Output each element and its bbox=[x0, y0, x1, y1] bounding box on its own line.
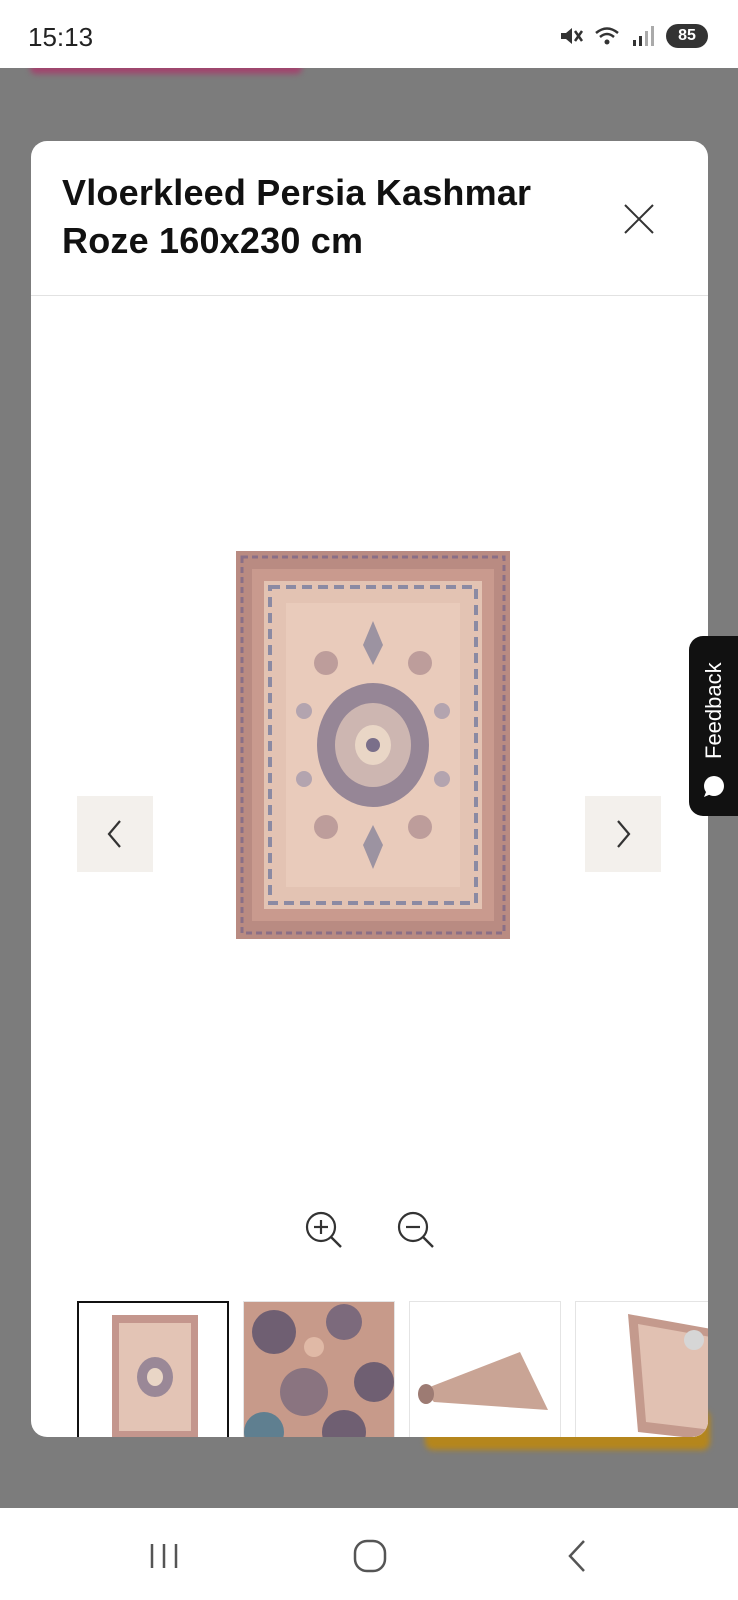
status-bar: 15:13 85 bbox=[0, 0, 738, 68]
zoom-in-icon[interactable] bbox=[303, 1209, 345, 1251]
chevron-left-icon bbox=[107, 820, 121, 848]
system-navigation-bar bbox=[0, 1508, 738, 1600]
thumbnail-rug-closeup[interactable] bbox=[243, 1301, 395, 1437]
thumbnail-rug-full[interactable] bbox=[77, 1301, 229, 1437]
home-icon[interactable] bbox=[350, 1536, 390, 1576]
chat-bubble-icon bbox=[704, 776, 724, 797]
status-time: 15:13 bbox=[28, 22, 94, 52]
feedback-label: Feedback bbox=[701, 662, 726, 760]
thumbnail-strip bbox=[77, 1301, 708, 1437]
feedback-tab[interactable]: Feedback bbox=[689, 636, 738, 816]
rug-main-image[interactable] bbox=[236, 551, 510, 939]
background-link-bar bbox=[30, 68, 302, 74]
status-icons: 85 bbox=[558, 24, 708, 48]
product-title: Vloerkleed Persia Kashmar Roze 160x230 c… bbox=[62, 172, 532, 261]
battery-indicator: 85 bbox=[666, 24, 708, 48]
modal-header: Vloerkleed Persia Kashmar Roze 160x230 c… bbox=[31, 141, 708, 296]
recent-apps-icon[interactable] bbox=[144, 1536, 184, 1576]
thumbnail-rug-rolled[interactable] bbox=[409, 1301, 561, 1437]
next-image-button[interactable] bbox=[585, 796, 661, 872]
previous-image-button[interactable] bbox=[77, 796, 153, 872]
thumbnail-rug-angle[interactable] bbox=[575, 1301, 708, 1437]
mute-icon bbox=[561, 28, 584, 44]
image-gallery-modal: Vloerkleed Persia Kashmar Roze 160x230 c… bbox=[31, 141, 708, 1437]
signal-icon bbox=[633, 26, 654, 46]
chevron-right-icon bbox=[617, 820, 631, 848]
back-icon[interactable] bbox=[558, 1536, 598, 1576]
zoom-out-icon[interactable] bbox=[395, 1209, 437, 1251]
close-icon[interactable] bbox=[619, 199, 659, 239]
wifi-icon bbox=[595, 27, 619, 45]
